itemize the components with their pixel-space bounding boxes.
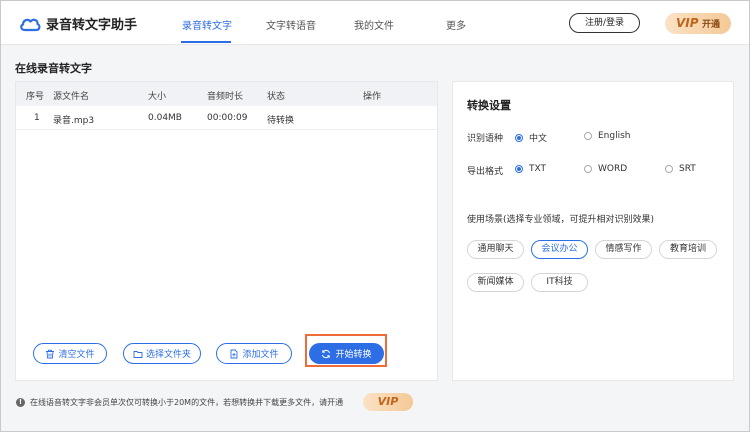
page-title: 在线录音转文字	[15, 62, 92, 75]
start-convert-label: 开始转换	[335, 350, 372, 360]
format-option-srt[interactable]: SRT	[665, 164, 696, 174]
top-header: 录音转文字助手 录音转文字 文字转语音 我的文件 更多 注册/登录 VIP 开通	[1, 1, 749, 45]
add-file-icon	[231, 349, 238, 358]
scene-chip-meeting[interactable]: 会议办公	[531, 240, 588, 259]
start-convert-button[interactable]: 开始转换	[309, 343, 384, 364]
scene-chip-education[interactable]: 教育培训	[659, 240, 717, 259]
format-label: 导出格式	[467, 167, 504, 177]
format-option-label: TXT	[529, 164, 547, 174]
folder-icon	[133, 350, 143, 358]
language-option-chinese[interactable]: 中文	[515, 131, 547, 144]
language-label: 识别语种	[467, 134, 504, 144]
language-option-english[interactable]: English	[584, 131, 631, 141]
info-icon: !	[16, 398, 25, 407]
format-option-label: SRT	[679, 164, 696, 174]
nav-item-my-files[interactable]: 我的文件	[354, 17, 394, 32]
table-row[interactable]: 1 录音.mp3 0.04MB 00:00:09 待转换	[16, 106, 437, 130]
language-option-label: 中文	[529, 134, 548, 144]
settings-title: 转换设置	[467, 99, 511, 112]
radio-checked-icon	[515, 133, 523, 142]
scene-chip-news-media[interactable]: 新闻媒体	[467, 273, 524, 292]
radio-unchecked-icon	[665, 165, 673, 173]
choose-folder-label: 选择文件夹	[145, 350, 191, 360]
member-notice: ! 在线语音转文字非会员单次仅可转换小于20M的文件，若想转换并下载更多文件，请…	[16, 397, 343, 408]
refresh-icon	[322, 349, 331, 358]
clear-files-label: 清空文件	[58, 350, 95, 360]
row-filename: 录音.mp3	[53, 116, 95, 126]
logo[interactable]: 录音转文字助手	[19, 14, 137, 33]
vip-open-label: 开通	[702, 20, 721, 30]
format-option-txt[interactable]: TXT	[515, 164, 546, 174]
scene-chip-writing[interactable]: 情感写作	[595, 240, 652, 259]
radio-checked-icon	[515, 165, 523, 173]
col-filename: 源文件名	[53, 92, 90, 102]
format-option-label: WORD	[598, 164, 628, 174]
col-index: 序号	[26, 92, 45, 102]
add-file-label: 添加文件	[242, 350, 279, 360]
vip-open-button[interactable]: VIP 开通	[665, 13, 731, 34]
cloud-logo-icon	[20, 18, 41, 31]
scene-chip-general-chat[interactable]: 通用聊天	[467, 240, 524, 259]
nav-item-text-to-speech[interactable]: 文字转语音	[266, 17, 316, 32]
row-size: 0.04MB	[148, 113, 182, 123]
add-file-button[interactable]: 添加文件	[216, 343, 292, 364]
settings-panel: 转换设置 识别语种 中文 English 导出格式 TXT WORD SRT 使…	[452, 81, 734, 381]
clear-files-button[interactable]: 清空文件	[33, 343, 107, 364]
login-button[interactable]: 注册/登录	[569, 13, 640, 33]
choose-folder-button[interactable]: 选择文件夹	[123, 343, 201, 364]
col-actions: 操作	[363, 92, 382, 102]
trash-icon	[46, 349, 55, 358]
radio-unchecked-icon	[584, 132, 592, 140]
row-index: 1	[34, 113, 40, 123]
format-option-word[interactable]: WORD	[584, 164, 627, 174]
table-header: 序号 源文件名 大小 音频时长 状态 操作	[16, 82, 437, 106]
language-option-label: English	[598, 131, 631, 141]
row-status: 待转换	[267, 116, 295, 126]
app-name: 录音转文字助手	[46, 18, 138, 33]
col-status: 状态	[267, 92, 286, 102]
col-duration: 音频时长	[207, 92, 244, 102]
notice-vip-button[interactable]: VIP	[363, 393, 413, 411]
row-duration: 00:00:09	[207, 113, 248, 123]
member-notice-text: 在线语音转文字非会员单次仅可转换小于20M的文件，若想转换并下载更多文件，请开通	[30, 398, 344, 407]
radio-unchecked-icon	[584, 165, 592, 173]
nav-active-indicator	[181, 41, 231, 43]
nav-item-more[interactable]: 更多	[446, 17, 466, 32]
scene-chip-it-tech[interactable]: IT科技	[531, 273, 588, 292]
vip-mark: VIP	[675, 16, 699, 30]
scene-description: 使用场景(选择专业领域，可提升相对识别效果)	[467, 215, 655, 225]
nav-item-audio-to-text[interactable]: 录音转文字	[182, 17, 232, 32]
file-list-panel: 序号 源文件名 大小 音频时长 状态 操作 1 录音.mp3 0.04MB 00…	[15, 81, 438, 381]
col-size: 大小	[148, 92, 167, 102]
